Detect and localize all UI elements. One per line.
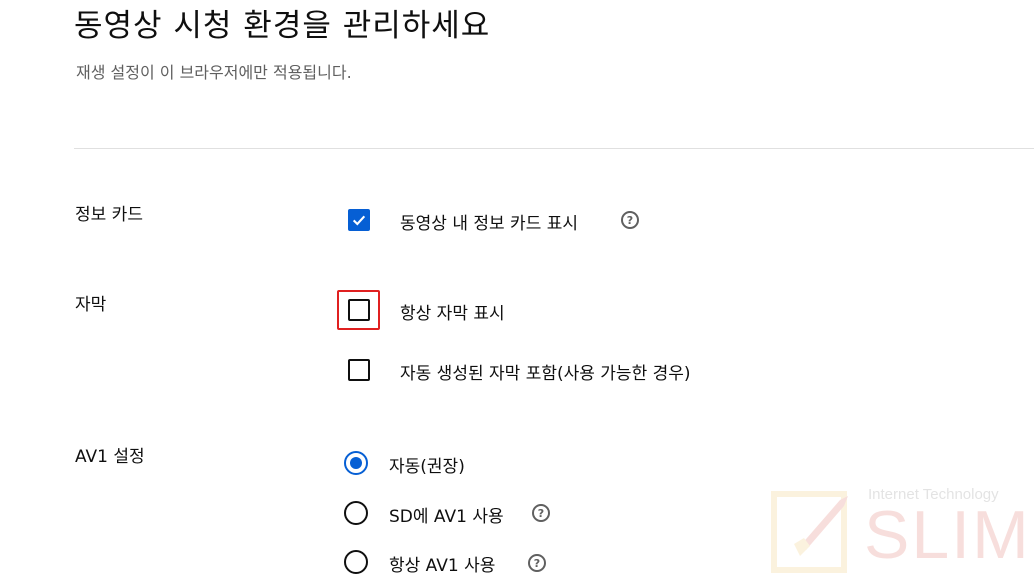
help-icon[interactable]: ? — [532, 504, 550, 522]
rocket-logo-icon — [771, 491, 848, 573]
watermark-brand: SLIM — [864, 497, 1031, 573]
auto-generated-captions-checkbox[interactable] — [348, 359, 370, 381]
captions-section-label: 자막 — [75, 295, 107, 315]
watermark: Internet Technology SLIM — [770, 482, 1034, 577]
checkmark-icon — [352, 215, 366, 226]
info-cards-checkbox[interactable] — [348, 209, 370, 231]
always-show-captions-checkbox[interactable] — [348, 299, 370, 321]
av1-always-label: 항상 AV1 사용 — [389, 556, 496, 576]
always-show-captions-label: 항상 자막 표시 — [400, 304, 505, 324]
help-icon[interactable]: ? — [528, 554, 546, 572]
info-cards-section-label: 정보 카드 — [75, 205, 143, 225]
av1-auto-label: 자동(권장) — [389, 457, 465, 477]
divider — [74, 148, 1034, 149]
av1-sd-label: SD에 AV1 사용 — [389, 507, 504, 527]
av1-section-label: AV1 설정 — [75, 447, 145, 467]
av1-always-radio[interactable] — [344, 550, 368, 574]
av1-sd-radio[interactable] — [344, 501, 368, 525]
auto-generated-captions-label: 자동 생성된 자막 포함(사용 가능한 경우) — [400, 364, 691, 384]
info-cards-option-label: 동영상 내 정보 카드 표시 — [400, 214, 579, 234]
page-subtitle: 재생 설정이 이 브라우저에만 적용됩니다. — [76, 63, 352, 82]
page-title: 동영상 시청 환경을 관리하세요 — [74, 8, 491, 44]
help-icon[interactable]: ? — [621, 211, 639, 229]
av1-auto-radio[interactable] — [344, 451, 368, 475]
